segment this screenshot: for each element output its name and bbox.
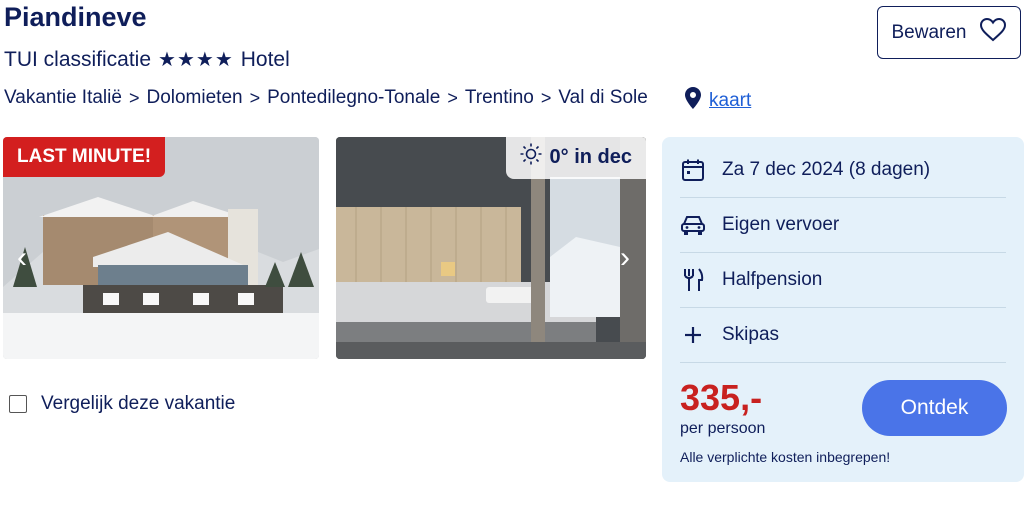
map-link-label[interactable]: kaart [709,90,751,112]
detail-row-extra: Skipas [680,308,1006,363]
star-rating: ★★★★ [158,49,234,71]
booking-panel: Za 7 dec 2024 (8 dagen) Eigen vervoer Ha… [662,137,1024,482]
save-button-label: Bewaren [891,21,967,43]
map-link[interactable]: kaart [685,87,751,114]
heart-icon [979,17,1007,48]
map-pin-icon [685,87,701,114]
fork-knife-icon [680,267,706,293]
hotel-type: Hotel [240,47,290,71]
breadcrumb-separator: > [447,87,458,108]
detail-board-label: Halfpension [722,269,823,290]
detail-date-label: Za 7 dec 2024 (8 dagen) [722,159,931,180]
compare-option[interactable]: Vergelijk deze vakantie [9,393,235,415]
hotel-photo-exterior[interactable]: LAST MINUTE! ‹ [3,137,319,359]
breadcrumb-separator: > [249,87,261,108]
save-button[interactable]: Bewaren [877,6,1021,59]
calendar-icon [680,157,706,183]
compare-checkbox[interactable] [9,395,27,413]
chevron-left-icon[interactable]: ‹ [17,241,27,275]
chevron-right-icon[interactable]: › [620,241,630,275]
detail-transport-label: Eigen vervoer [722,214,840,235]
breadcrumb-item[interactable]: Pontedilegno-Tonale [267,87,440,109]
hotel-photo-room[interactable]: 0° in dec › [336,137,646,359]
detail-row-board: Halfpension [680,253,1006,308]
detail-row-transport: Eigen vervoer [680,198,1006,253]
weather-badge: 0° in dec [505,137,646,179]
last-minute-badge: LAST MINUTE! [3,137,166,177]
breadcrumb-separator: > [540,87,552,108]
price-note: Alle verplichte kosten inbegrepen! [680,449,891,465]
breadcrumb: Vakantie Italië > Dolomieten > Pontedile… [4,87,648,109]
detail-extra-label: Skipas [722,324,780,345]
discover-button[interactable]: Ontdek [862,380,1007,436]
hotel-classification: TUI classificatie ★★★★ Hotel [4,47,290,72]
detail-row-date: Za 7 dec 2024 (8 dagen) [680,143,1006,198]
weather-label: 0° in dec [549,145,632,168]
breadcrumb-item[interactable]: Val di Sole [558,87,647,109]
plus-icon [680,322,706,348]
breadcrumb-item[interactable]: Trentino [465,87,534,109]
classification-label: TUI classificatie [4,47,152,71]
breadcrumb-separator: > [128,87,140,108]
breadcrumb-item[interactable]: Dolomieten [146,87,242,109]
sun-icon [520,143,542,171]
car-icon [680,212,706,238]
breadcrumb-item[interactable]: Vakantie Italië [4,87,122,109]
price-unit: per persoon [680,420,766,437]
price-amount: 335,- [680,377,763,418]
compare-label: Vergelijk deze vakantie [41,393,236,414]
hotel-name: Piandineve [4,2,147,32]
